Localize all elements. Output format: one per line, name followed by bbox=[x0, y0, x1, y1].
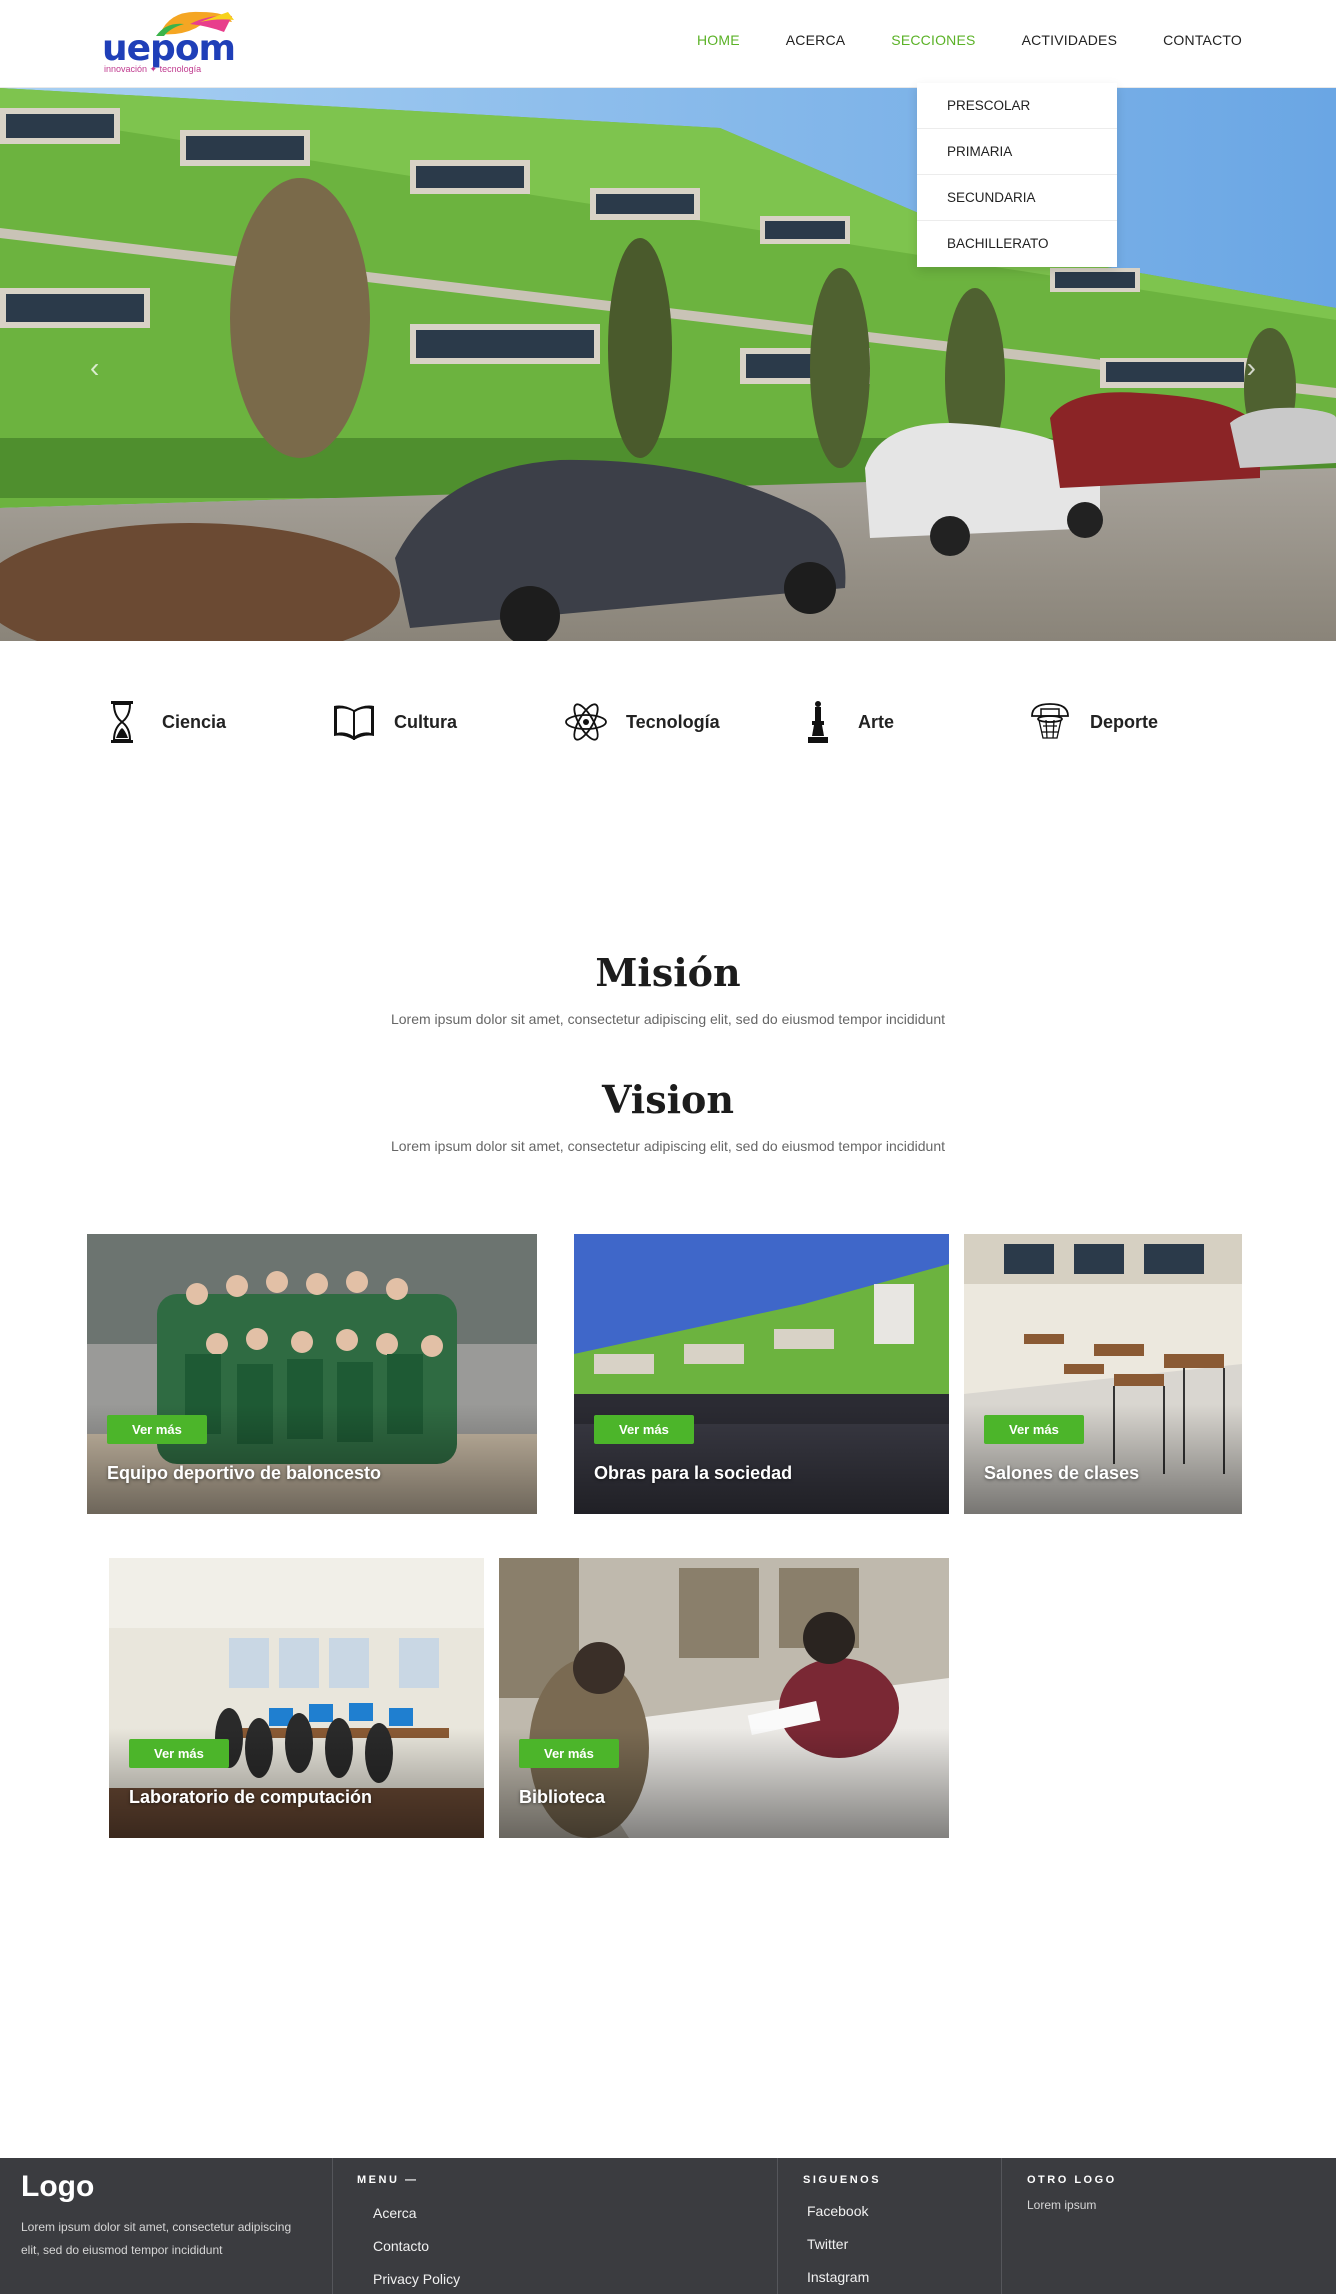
feature-deporte[interactable]: Deporte bbox=[1028, 700, 1260, 744]
site-footer: Logo Lorem ipsum dolor sit amet, consect… bbox=[0, 2158, 1336, 2294]
vision-text: Lorem ipsum dolor sit amet, consectetur … bbox=[390, 1138, 946, 1154]
feature-tecnologia[interactable]: Tecnología bbox=[564, 700, 796, 744]
footer-about: Logo Lorem ipsum dolor sit amet, consect… bbox=[21, 2158, 321, 2294]
footer-link-twitter[interactable]: Twitter bbox=[807, 2236, 983, 2252]
feature-label: Deporte bbox=[1090, 711, 1159, 732]
footer-about-text: Lorem ipsum dolor sit amet, consectetur … bbox=[21, 2220, 292, 2257]
main-nav: HOME ACERCA SECCIONES ACTIVIDADES CONTAC… bbox=[697, 32, 1242, 48]
atom-icon bbox=[564, 700, 608, 744]
card-obras[interactable]: Ver más Obras para la sociedad bbox=[574, 1234, 949, 1514]
card-title[interactable]: Salones de clases bbox=[984, 1463, 1139, 1484]
feature-arte[interactable]: Arte bbox=[796, 700, 1028, 744]
footer-logo[interactable]: Logo bbox=[21, 2170, 321, 2204]
nav-contacto[interactable]: CONTACTO bbox=[1163, 32, 1242, 48]
feature-label: Cultura bbox=[394, 711, 457, 732]
ver-mas-button[interactable]: Ver más bbox=[984, 1415, 1084, 1444]
mission-text: Lorem ipsum dolor sit amet, consectetur … bbox=[390, 1011, 946, 1027]
logo-wordmark: uepom bbox=[102, 28, 236, 69]
feature-label: Ciencia bbox=[162, 711, 227, 732]
basketball-hoop-icon bbox=[1028, 700, 1072, 744]
card-title[interactable]: Laboratorio de computación bbox=[129, 1787, 372, 1808]
dropdown-item-bachillerato[interactable]: BACHILLERATO bbox=[917, 221, 1117, 267]
footer-menu-heading: MENU — bbox=[357, 2174, 419, 2186]
footer-link-privacy[interactable]: Privacy Policy bbox=[373, 2271, 757, 2287]
hourglass-icon bbox=[100, 700, 144, 744]
dropdown-item-prescolar[interactable]: PRESCOLAR bbox=[917, 83, 1117, 129]
card-laboratorio[interactable]: Ver más Laboratorio de computación bbox=[109, 1558, 484, 1838]
slider-prev-button[interactable]: ‹ bbox=[90, 352, 99, 384]
footer-follow: SIGUENOS Facebook Twitter Instagram bbox=[803, 2158, 983, 2294]
footer-other-text: Lorem ipsum bbox=[1027, 2198, 1097, 2212]
ver-mas-button[interactable]: Ver más bbox=[107, 1415, 207, 1444]
feature-cultura[interactable]: Cultura bbox=[332, 700, 564, 744]
book-icon bbox=[332, 700, 376, 744]
footer-divider bbox=[777, 2158, 778, 2294]
secciones-dropdown: PRESCOLAR PRIMARIA SECUNDARIA BACHILLERA… bbox=[917, 83, 1117, 267]
features-row: Ciencia Cultura Tecnología Arte Deporte bbox=[100, 700, 1260, 744]
chess-piece-icon bbox=[796, 700, 840, 744]
mission-title: Misión bbox=[595, 950, 741, 995]
card-title[interactable]: Equipo deportivo de baloncesto bbox=[107, 1463, 381, 1484]
dropdown-item-primaria[interactable]: PRIMARIA bbox=[917, 129, 1117, 175]
card-title[interactable]: Obras para la sociedad bbox=[594, 1463, 792, 1484]
site-logo[interactable]: uepom innovación ✦ tecnología bbox=[100, 6, 240, 78]
feature-label: Tecnología bbox=[626, 711, 720, 732]
footer-divider bbox=[1001, 2158, 1002, 2294]
ver-mas-button[interactable]: Ver más bbox=[519, 1739, 619, 1768]
footer-follow-heading: SIGUENOS bbox=[803, 2174, 882, 2186]
footer-other-heading: OTRO LOGO bbox=[1027, 2174, 1117, 2186]
site-header: uepom innovación ✦ tecnología HOME ACERC… bbox=[0, 0, 1336, 88]
feature-ciencia[interactable]: Ciencia bbox=[100, 700, 332, 744]
vision-title: Vision bbox=[601, 1077, 735, 1122]
logo-tagline: innovación ✦ tecnología bbox=[104, 64, 202, 74]
card-title[interactable]: Biblioteca bbox=[519, 1787, 605, 1808]
card-salones[interactable]: Ver más Salones de clases bbox=[964, 1234, 1242, 1514]
card-baloncesto[interactable]: Ver más Equipo deportivo de baloncesto bbox=[87, 1234, 537, 1514]
slider-next-button[interactable]: › bbox=[1247, 352, 1256, 384]
dropdown-item-secundaria[interactable]: SECUNDARIA bbox=[917, 175, 1117, 221]
feature-label: Arte bbox=[858, 711, 895, 732]
nav-home[interactable]: HOME bbox=[697, 32, 740, 48]
footer-divider bbox=[332, 2158, 333, 2294]
footer-other: OTRO LOGO Lorem ipsum bbox=[1027, 2158, 1317, 2294]
ver-mas-button[interactable]: Ver más bbox=[129, 1739, 229, 1768]
nav-secciones[interactable]: SECCIONES bbox=[891, 32, 975, 48]
ver-mas-button[interactable]: Ver más bbox=[594, 1415, 694, 1444]
footer-link-facebook[interactable]: Facebook bbox=[807, 2203, 983, 2219]
hero-slider: ‹ › bbox=[0, 88, 1336, 641]
nav-actividades[interactable]: ACTIVIDADES bbox=[1022, 32, 1118, 48]
footer-link-acerca[interactable]: Acerca bbox=[373, 2205, 757, 2221]
footer-link-contacto[interactable]: Contacto bbox=[373, 2238, 757, 2254]
card-biblioteca[interactable]: Ver más Biblioteca bbox=[499, 1558, 949, 1838]
footer-menu: MENU — Acerca Contacto Privacy Policy bbox=[357, 2158, 757, 2294]
footer-link-instagram[interactable]: Instagram bbox=[807, 2269, 983, 2285]
hero-image bbox=[0, 88, 1336, 641]
nav-acerca[interactable]: ACERCA bbox=[786, 32, 846, 48]
